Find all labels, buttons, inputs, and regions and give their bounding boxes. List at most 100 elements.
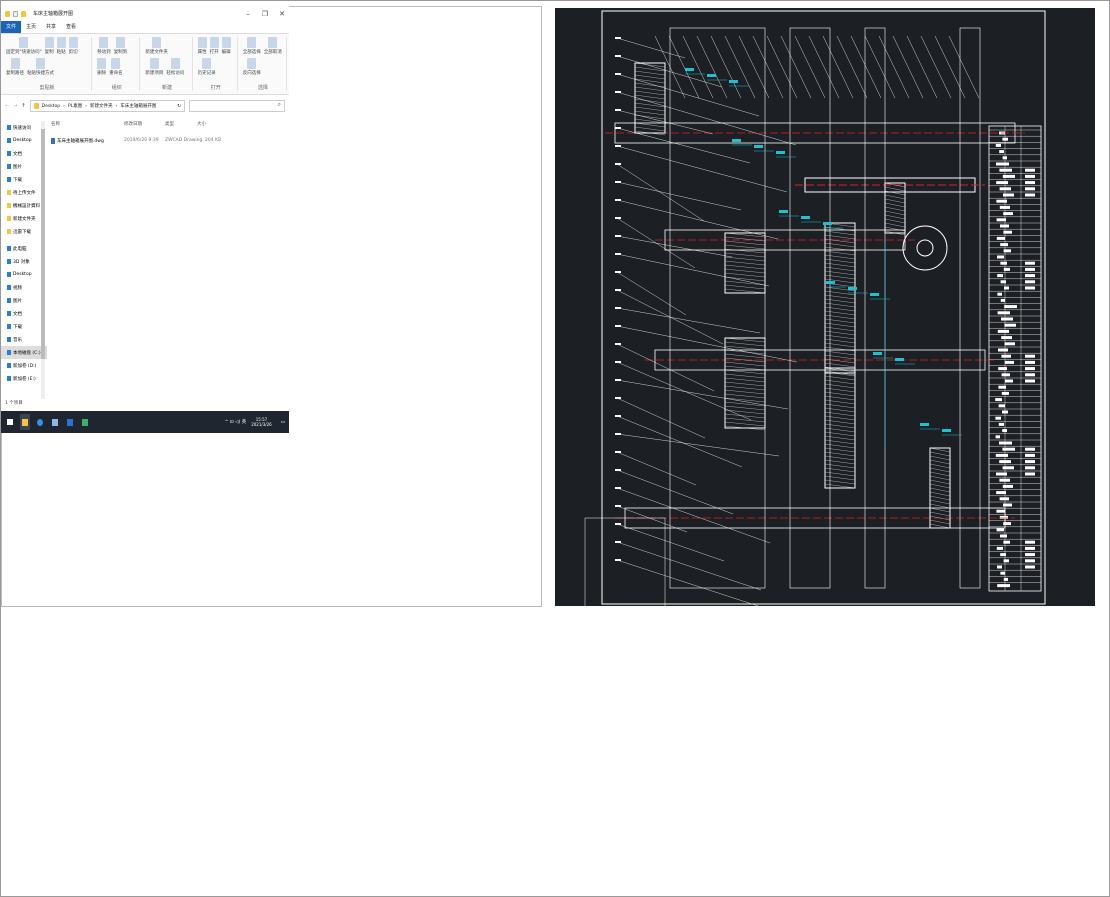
drawing-frame (601, 10, 1046, 605)
leader-line (616, 199, 779, 240)
gear-hatch (824, 242, 856, 248)
gear-hatch (724, 417, 766, 423)
taskbar-zwcad[interactable] (80, 414, 90, 430)
ribbon-button-label: 历史记录 (197, 71, 216, 76)
ribbon-icon (99, 37, 109, 48)
title-block-text (1025, 559, 1035, 563)
taskbar: ^ ⊡ ◁) 英 15:57 2021/3/26 ▭ (1, 411, 289, 433)
taskbar-explorer[interactable] (20, 414, 30, 430)
ribbon-button[interactable]: 全部选择 (243, 37, 261, 55)
taskbar-docs[interactable] (50, 414, 60, 430)
tab-view[interactable]: 查看 (61, 21, 81, 33)
gear-hatch (824, 419, 856, 425)
gear-hatch (824, 459, 856, 465)
column-name[interactable]: 名称 (51, 121, 60, 127)
taskbar-browser[interactable] (35, 414, 45, 430)
leader-line (616, 523, 725, 562)
gear-hatch (724, 280, 766, 286)
ribbon-button[interactable]: 重命名 (109, 58, 123, 76)
ribbon-button[interactable]: 新建项目 (145, 58, 163, 76)
gear-hatch (724, 341, 766, 347)
ribbon-button[interactable]: 移动到 (97, 37, 111, 55)
leader-line (616, 433, 780, 457)
ribbon-button-label: 全部选择 (242, 50, 261, 55)
breadcrumb-new-folder[interactable]: 新建文件夹 (90, 103, 113, 109)
title-block-text (996, 199, 1007, 203)
gear-hatch (824, 238, 856, 244)
title-block-text (1000, 298, 1005, 302)
close-button[interactable]: ✕ (275, 10, 289, 18)
ribbon-button[interactable]: 粘贴 (56, 37, 66, 55)
breadcrumb-current[interactable]: 车床主轴箱展开图 (120, 103, 156, 109)
gear-hatch (929, 479, 951, 485)
ribbon-button[interactable]: 粘贴快捷方式 (27, 58, 54, 76)
sidebar-scrollbar[interactable] (41, 121, 45, 399)
ribbon-button[interactable]: 剪切 (68, 37, 78, 55)
breadcrumb-pl[interactable]: PL素图 (68, 103, 82, 109)
leader-label (615, 235, 621, 237)
taskbar-app[interactable] (65, 414, 75, 430)
title-block-text (1025, 360, 1035, 364)
title-block-text (995, 398, 1002, 402)
column-type[interactable]: 类型 (165, 121, 174, 127)
title-block-text (996, 546, 1003, 550)
ribbon-button[interactable]: 轻松访问 (166, 58, 184, 76)
gear-hatch (724, 345, 766, 351)
system-tray[interactable]: ^ ⊡ ◁) 英 (225, 419, 247, 425)
dimension-label (826, 281, 835, 284)
ribbon-button[interactable]: 历史记录 (198, 58, 216, 76)
tab-file[interactable]: 文件 (1, 21, 22, 33)
ribbon-tabs: 文件 主页 共享 查看 (1, 21, 289, 33)
file-name[interactable]: 车床主轴箱展开图.dwg (57, 138, 104, 144)
forward-button[interactable]: → (13, 103, 17, 109)
gear-hatch (824, 403, 856, 409)
maximize-button[interactable]: ❐ (258, 10, 272, 18)
clock[interactable]: 15:57 2021/3/26 (251, 417, 272, 427)
address-bar[interactable]: Desktop › PL素图 › 新建文件夹 › 车床主轴箱展开图 ↻ (29, 100, 185, 112)
title-block-text (1002, 466, 1014, 470)
tab-share[interactable]: 共享 (41, 21, 61, 33)
column-modified[interactable]: 修改日期 (124, 121, 142, 127)
leader-label (615, 199, 621, 201)
ribbon-button[interactable]: 编辑 (221, 37, 231, 55)
computer-icon (7, 246, 11, 251)
leader-line (738, 35, 770, 99)
start-button[interactable] (5, 414, 15, 430)
title-block-text (997, 274, 1003, 278)
gear-hatch (824, 455, 856, 461)
column-size[interactable]: 大小 (197, 121, 206, 127)
gear-hatch (724, 393, 766, 399)
new-folder-icon[interactable] (21, 10, 26, 17)
ribbon-button[interactable]: 复制到 (114, 37, 127, 55)
ribbon-button[interactable]: 固定到"快速访问" (6, 37, 42, 55)
notification-icon[interactable]: ▭ (277, 420, 289, 425)
title-block-text (1004, 360, 1014, 364)
ribbon-button[interactable]: 属性 (197, 37, 207, 55)
minimize-button[interactable]: – (241, 10, 255, 18)
search-input[interactable]: ⌕ (189, 100, 285, 112)
leader-line (616, 181, 742, 211)
ribbon-button[interactable]: 新建文件夹 (145, 37, 168, 55)
ribbon-icon (247, 58, 257, 69)
ribbon-button[interactable]: 复制 (44, 37, 54, 55)
folder-icon (33, 103, 39, 109)
breadcrumb-desktop[interactable]: Desktop (42, 104, 61, 109)
ribbon-button[interactable]: 反向选择 (243, 58, 261, 76)
ribbon-button[interactable]: 全部取消 (264, 37, 282, 55)
ribbon-button[interactable]: 打开 (209, 37, 219, 55)
up-button[interactable]: ↑ (21, 103, 25, 109)
cam (902, 225, 948, 271)
title-block-text (1025, 565, 1035, 569)
properties-icon[interactable] (13, 10, 18, 17)
ribbon-button[interactable]: 复制路径 (6, 58, 24, 76)
refresh-icon[interactable]: ↻ (177, 104, 181, 109)
title-block-text (1025, 373, 1035, 377)
sidebar-item-label: Desktop (13, 138, 32, 143)
title-block-text (1001, 354, 1011, 358)
cad-drawing (555, 8, 1095, 606)
back-button[interactable]: ← (5, 103, 9, 109)
title-block-text (995, 453, 1008, 457)
leader-label (615, 163, 621, 165)
tab-home[interactable]: 主页 (21, 21, 41, 33)
ribbon-button[interactable]: 删除 (97, 58, 107, 76)
